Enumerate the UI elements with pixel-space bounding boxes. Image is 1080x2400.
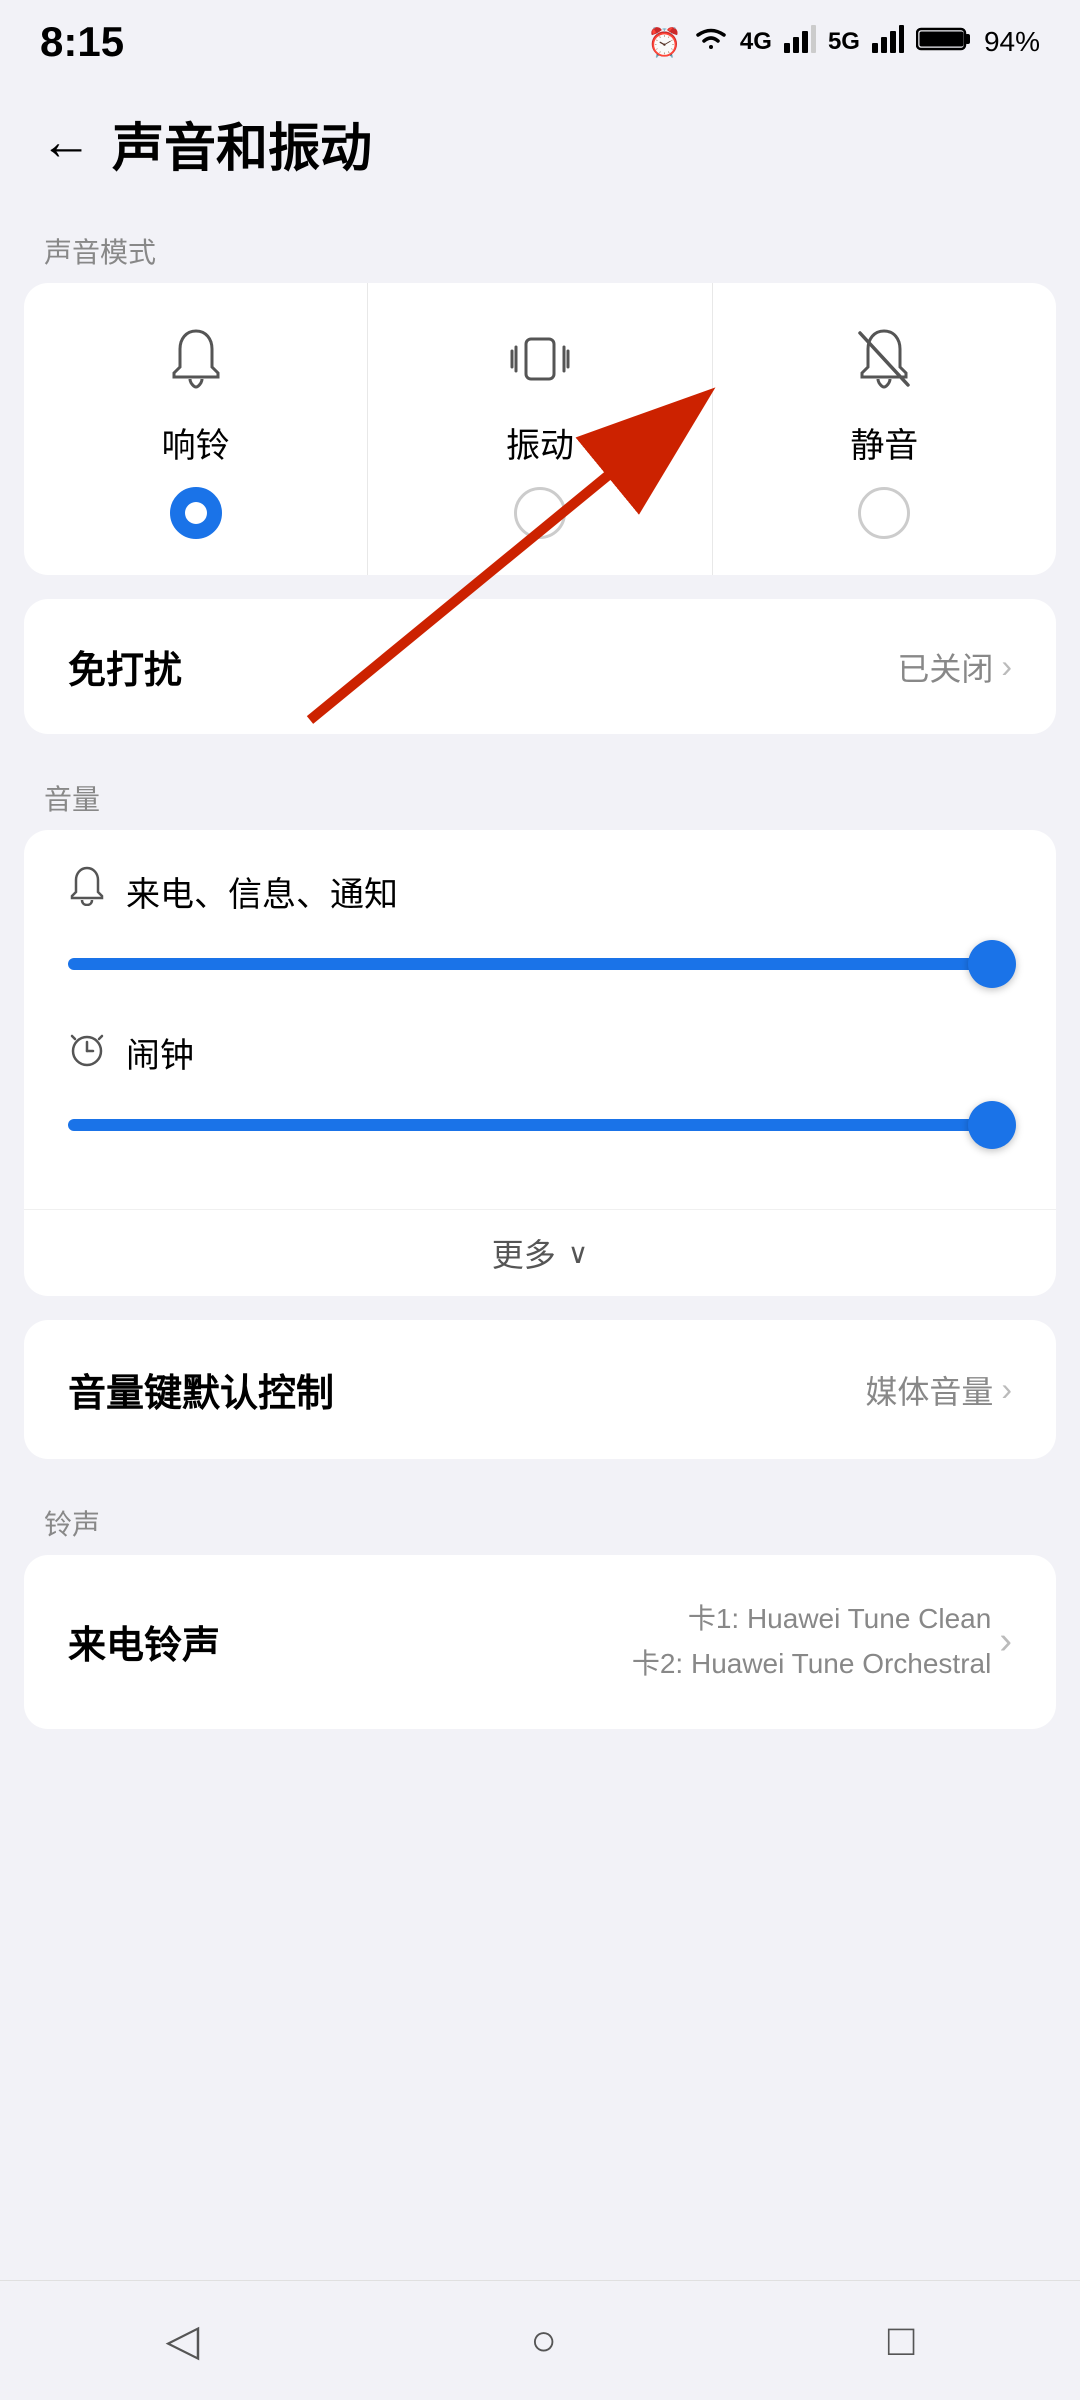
ringtone-label: 来电铃声 xyxy=(68,1614,220,1669)
alarm-volume-slider[interactable] xyxy=(68,1097,1012,1153)
mode-vibrate[interactable]: 振动 xyxy=(368,283,712,575)
signal-bars-icon xyxy=(784,25,816,60)
notification-volume-item: 来电、信息、通知 xyxy=(68,866,1012,992)
do-not-disturb-card: 免打扰 已关闭 › xyxy=(24,599,1056,734)
ringtone-card1: 卡1: Huawei Tune Clean xyxy=(632,1597,992,1642)
do-not-disturb-row[interactable]: 免打扰 已关闭 › xyxy=(24,599,1056,734)
battery-percent: 94% xyxy=(984,26,1040,58)
sound-mode-label: 声音模式 xyxy=(0,211,1080,283)
chevron-down-icon: ∨ xyxy=(568,1237,589,1270)
notification-volume-header: 来电、信息、通知 xyxy=(68,866,1012,916)
ringtone-card2: 卡2: Huawei Tune Orchestral xyxy=(632,1642,992,1687)
ringtone-card: 来电铃声 卡1: Huawei Tune Clean 卡2: Huawei Tu… xyxy=(24,1555,1056,1729)
mute-bell-icon xyxy=(854,327,914,402)
back-button[interactable]: ← xyxy=(40,116,92,168)
alarm-icon: ⏰ xyxy=(647,26,682,59)
header: ← 声音和振动 xyxy=(0,76,1080,211)
ringtone-right: 卡1: Huawei Tune Clean 卡2: Huawei Tune Or… xyxy=(632,1597,1012,1687)
mode-vibrate-radio[interactable] xyxy=(514,487,566,539)
mode-ring-radio[interactable] xyxy=(170,487,222,539)
sound-mode-card: 响铃 振动 静音 xyxy=(24,283,1056,575)
page-title: 声音和振动 xyxy=(112,106,372,181)
back-nav-button[interactable]: ◁ xyxy=(146,2295,220,2386)
alarm-volume-header: 闹钟 xyxy=(68,1028,1012,1077)
chevron-right-icon-2: › xyxy=(1001,1371,1012,1408)
wifi-icon xyxy=(694,25,728,60)
notification-bell-icon xyxy=(68,866,106,916)
home-nav-button[interactable]: ○ xyxy=(510,2296,577,2386)
more-label: 更多 xyxy=(492,1230,556,1276)
signal-5g-icon: 5G xyxy=(828,28,860,56)
mode-mute-label: 静音 xyxy=(850,418,918,467)
volume-key-right: 媒体音量 › xyxy=(865,1367,1012,1413)
notification-volume-slider[interactable] xyxy=(68,936,1012,992)
notification-slider-track xyxy=(68,958,1012,970)
mode-ring-label: 响铃 xyxy=(162,418,230,467)
mode-ring[interactable]: 响铃 xyxy=(24,283,368,575)
notification-volume-label: 来电、信息、通知 xyxy=(126,867,398,916)
mode-vibrate-label: 振动 xyxy=(506,418,574,467)
chevron-right-icon-3: › xyxy=(999,1620,1012,1663)
volume-key-card: 音量键默认控制 媒体音量 › xyxy=(24,1320,1056,1459)
notification-slider-thumb xyxy=(968,940,1016,988)
alarm-volume-item: 闹钟 xyxy=(68,1028,1012,1153)
mode-mute[interactable]: 静音 xyxy=(713,283,1056,575)
do-not-disturb-label: 免打扰 xyxy=(68,639,182,694)
alarm-slider-track xyxy=(68,1119,1012,1131)
volume-key-row[interactable]: 音量键默认控制 媒体音量 › xyxy=(24,1320,1056,1459)
chevron-right-icon: › xyxy=(1001,648,1012,685)
recent-nav-button[interactable]: □ xyxy=(868,2296,935,2386)
volume-key-label: 音量键默认控制 xyxy=(68,1362,334,1417)
battery-icon xyxy=(916,25,972,60)
status-bar: 8:15 ⏰ 4G 5G xyxy=(0,0,1080,76)
volume-card: 来电、信息、通知 闹钟 xyxy=(24,830,1056,1296)
alarm-clock-icon xyxy=(68,1029,106,1077)
status-icons: ⏰ 4G 5G xyxy=(647,25,1040,60)
signal-bars2-icon xyxy=(872,25,904,60)
status-time: 8:15 xyxy=(40,18,124,66)
volume-key-value: 媒体音量 xyxy=(865,1367,993,1413)
do-not-disturb-status: 已关闭 xyxy=(897,644,993,690)
mode-mute-radio[interactable] xyxy=(858,487,910,539)
vibrate-icon xyxy=(508,327,572,402)
ringtone-section-label: 铃声 xyxy=(0,1483,1080,1555)
do-not-disturb-right: 已关闭 › xyxy=(897,644,1012,690)
alarm-slider-thumb xyxy=(968,1101,1016,1149)
bottom-nav: ◁ ○ □ xyxy=(0,2280,1080,2400)
ringtone-info: 卡1: Huawei Tune Clean 卡2: Huawei Tune Or… xyxy=(632,1597,992,1687)
volume-section-label: 音量 xyxy=(0,758,1080,830)
alarm-volume-label: 闹钟 xyxy=(126,1028,194,1077)
bell-icon xyxy=(166,327,226,402)
more-button[interactable]: 更多 ∨ xyxy=(24,1209,1056,1296)
signal-4g-icon: 4G xyxy=(740,28,772,56)
ringtone-row[interactable]: 来电铃声 卡1: Huawei Tune Clean 卡2: Huawei Tu… xyxy=(24,1555,1056,1729)
